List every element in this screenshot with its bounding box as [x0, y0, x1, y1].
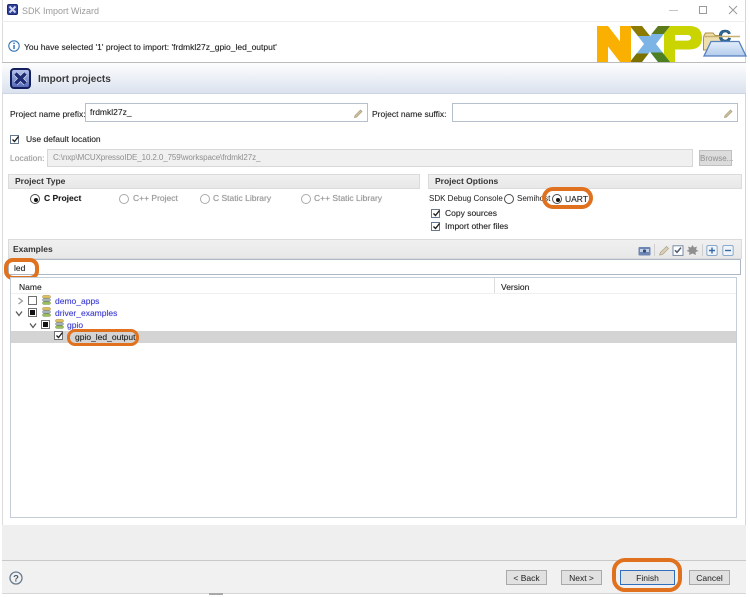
svg-text:?: ? [13, 573, 19, 584]
